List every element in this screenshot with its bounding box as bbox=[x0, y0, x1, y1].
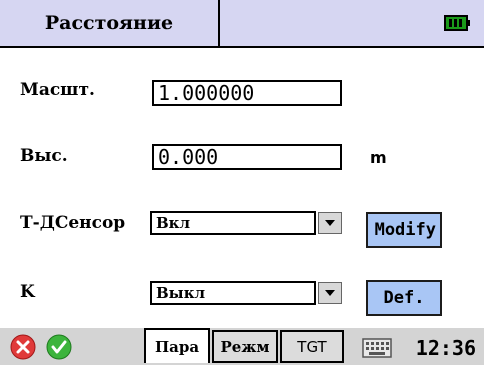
clock: 12:36 bbox=[415, 336, 476, 360]
def-button-label: Def. bbox=[383, 288, 425, 308]
k-dropdown-arrow[interactable] bbox=[318, 282, 342, 304]
k-label: K bbox=[20, 282, 35, 302]
modify-button-label: Modify bbox=[374, 220, 436, 240]
tp-sensor-select[interactable]: Вкл bbox=[150, 211, 316, 235]
chevron-down-icon bbox=[325, 290, 335, 296]
close-icon[interactable] bbox=[10, 334, 36, 364]
tp-sensor-label: Т-ДСенсор bbox=[20, 213, 126, 233]
tab-para[interactable]: Пара bbox=[144, 328, 210, 363]
modify-button[interactable]: Modify bbox=[366, 212, 442, 248]
height-label: Выс. bbox=[20, 146, 68, 166]
page-title[interactable]: Расстояние bbox=[0, 0, 220, 46]
def-button[interactable]: Def. bbox=[366, 280, 442, 316]
title-bar: Расстояние bbox=[0, 0, 484, 48]
battery-full-icon bbox=[444, 15, 470, 31]
keyboard-icon[interactable] bbox=[362, 338, 392, 362]
tp-sensor-dropdown-arrow[interactable] bbox=[318, 212, 342, 234]
scale-input[interactable]: 1.000000 bbox=[152, 80, 342, 106]
height-input[interactable]: 0.000 bbox=[152, 144, 342, 170]
height-unit: m bbox=[370, 148, 387, 167]
tab-rezhim[interactable]: Режм bbox=[212, 330, 278, 363]
scale-label: Масшт. bbox=[20, 80, 95, 100]
chevron-down-icon bbox=[325, 220, 335, 226]
taskbar: Пара Режм TGT 12:36 bbox=[0, 328, 484, 365]
k-select[interactable]: Выкл bbox=[150, 281, 316, 305]
tab-tgt[interactable]: TGT bbox=[280, 330, 344, 363]
check-icon[interactable] bbox=[46, 334, 72, 364]
